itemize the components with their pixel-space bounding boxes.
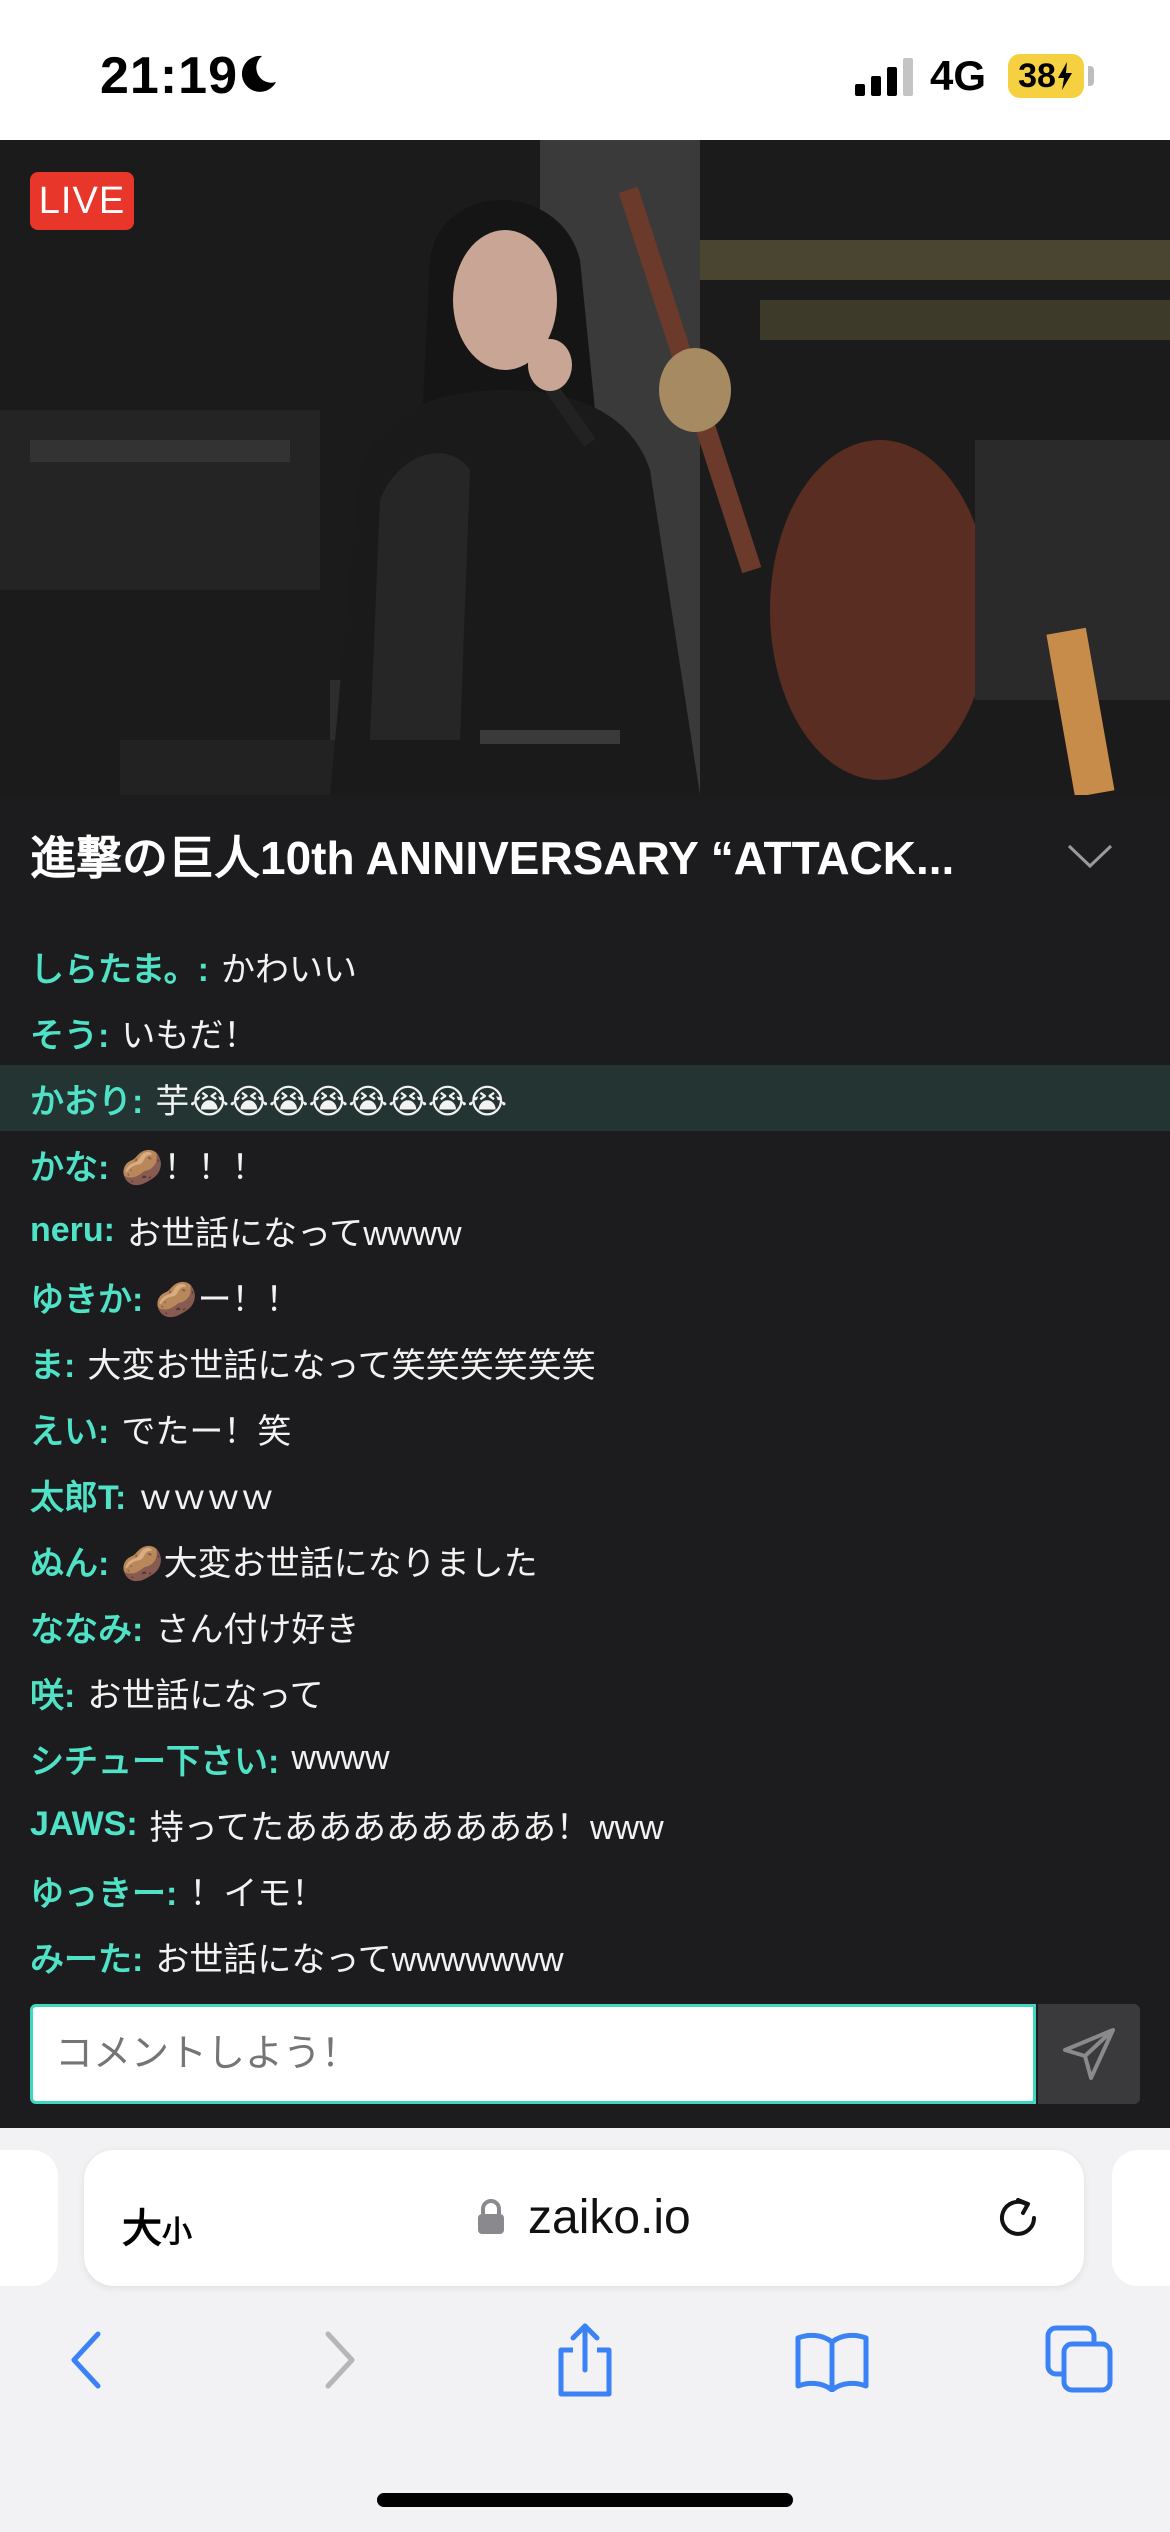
tabs-button[interactable] <box>1040 2320 1120 2400</box>
chat-username: ゆっきー: <box>30 1874 178 1913</box>
chat-text: wwww <box>291 1738 390 1777</box>
live-badge: LIVE <box>30 172 134 230</box>
tabs-icon <box>1045 2325 1113 2393</box>
chat-text: でたー！笑 <box>121 1412 292 1451</box>
chat-message: ゆっきー: ！イモ！ <box>0 1857 1170 1923</box>
battery-level: 38 <box>1018 56 1056 95</box>
chat-message: えい: でたー！笑 <box>0 1395 1170 1461</box>
chevron-right-icon <box>325 2331 355 2389</box>
chat-username: neru: <box>30 1210 115 1249</box>
forward-button[interactable] <box>300 2320 380 2400</box>
battery-cap <box>1088 66 1094 86</box>
chat-username: ゆきか: <box>30 1280 144 1319</box>
chat-username: 太郎T: <box>30 1478 127 1517</box>
chat-message: ま: 大変お世話になって笑笑笑笑笑笑 <box>0 1329 1170 1395</box>
lock-icon <box>478 2199 504 2234</box>
chevron-down-icon[interactable] <box>1065 836 1115 876</box>
chat-message: neru: お世話になってwwww <box>0 1197 1170 1263</box>
moon-icon <box>241 55 276 92</box>
chat-message: かな: 🥔！！！ <box>0 1131 1170 1197</box>
chat-username: かな: <box>30 1148 110 1187</box>
home-indicator <box>377 2493 793 2507</box>
chat-text: 🥔大変お世話になりました <box>121 1544 538 1583</box>
chat-message: みーた: お世話になってwwwwwww <box>0 1923 1170 1989</box>
chat-message-highlighted: かおり: 芋😭😭😭😭😭😭😭😭 <box>0 1065 1170 1131</box>
next-tab-preview[interactable] <box>1112 2150 1170 2286</box>
signal-icon <box>855 58 913 96</box>
chat-text: さん付け好き <box>155 1610 360 1649</box>
book-icon <box>795 2332 869 2392</box>
chat-message: ななみ: さん付け好き <box>0 1593 1170 1659</box>
chat-message: 太郎T: ｗｗｗｗ <box>0 1461 1170 1527</box>
url-text: zaiko.io <box>528 2191 691 2244</box>
chat-username: そう: <box>30 1016 110 1055</box>
chat-text: 🥔！！！ <box>121 1148 266 1187</box>
video-frame <box>0 140 1170 795</box>
chat-text: 🥔ー！！ <box>155 1280 300 1319</box>
chat-text: かわいい <box>220 950 357 989</box>
text-size-big: 大 <box>122 2207 162 2251</box>
reload-icon[interactable] <box>992 2192 1044 2244</box>
chat-text: 大変お世話になって笑笑笑笑笑笑 <box>87 1346 596 1385</box>
charging-icon <box>1057 62 1072 90</box>
send-button[interactable] <box>1038 2004 1140 2104</box>
chat-message: しらたま。: かわいい <box>0 933 1170 999</box>
chat-message: JAWS: 持ってたああああああああ！www <box>0 1791 1170 1857</box>
text-size-small: 小 <box>162 2216 192 2249</box>
chat-username: JAWS: <box>30 1804 138 1843</box>
chat-text: お世話になってwwwwwww <box>155 1940 564 1979</box>
chat-text: お世話になって <box>87 1676 324 1715</box>
address-bar[interactable]: 大小 zaiko.io <box>84 2150 1084 2286</box>
previous-tab-preview[interactable] <box>0 2150 58 2286</box>
chat-message: そう: いもだ！ <box>0 999 1170 1065</box>
send-icon <box>1063 2028 1115 2080</box>
share-icon <box>558 2323 612 2397</box>
chat-text: ！イモ！ <box>189 1874 326 1913</box>
text-size-button[interactable]: 大小 <box>122 2196 192 2254</box>
event-title: 進撃の巨人10th ANNIVERSARY “ATTACK... <box>30 832 955 884</box>
network-type: 4G <box>930 52 987 99</box>
chat-username: ななみ: <box>30 1610 144 1649</box>
chat-username: ま: <box>30 1346 76 1385</box>
chat-text: 持ってたああああああああ！www <box>149 1808 664 1847</box>
chat-username: 咲: <box>30 1676 76 1715</box>
status-bar: 21:19 4G 38 <box>0 0 1170 140</box>
chat-username: かおり: <box>30 1082 144 1121</box>
share-button[interactable] <box>545 2320 625 2400</box>
comment-input[interactable] <box>30 2004 1036 2104</box>
chat-list[interactable]: しらたま。: かわいい そう: いもだ！ かおり: 芋😭😭😭😭😭😭😭😭 かな: 🥔！！！… <box>0 933 1170 1989</box>
video-player[interactable] <box>0 140 1170 795</box>
bookmarks-button[interactable] <box>792 2320 872 2400</box>
status-time: 21:19 <box>100 47 238 105</box>
chat-username: みーた: <box>30 1940 144 1979</box>
chat-text: 芋😭😭😭😭😭😭😭😭 <box>155 1082 508 1121</box>
chat-message: ゆきか: 🥔ー！！ <box>0 1263 1170 1329</box>
chat-username: えい: <box>30 1412 110 1451</box>
chat-text: ｗｗｗｗ <box>138 1478 275 1517</box>
chat-username: しらたま。: <box>30 950 209 989</box>
chat-username: ぬん: <box>30 1544 110 1583</box>
browser-toolbar <box>0 2320 1170 2420</box>
chat-username: シチュー下さい: <box>30 1742 280 1781</box>
chevron-left-icon <box>71 2331 101 2389</box>
chat-message: シチュー下さい: wwww <box>0 1725 1170 1791</box>
back-button[interactable] <box>46 2320 126 2400</box>
battery-icon: 38 <box>1008 54 1084 98</box>
chat-message: 咲: お世話になって <box>0 1659 1170 1725</box>
chat-text: いもだ！ <box>121 1016 258 1055</box>
chat-message: ぬん: 🥔大変お世話になりました <box>0 1527 1170 1593</box>
chat-text: お世話になってwwww <box>127 1214 462 1253</box>
